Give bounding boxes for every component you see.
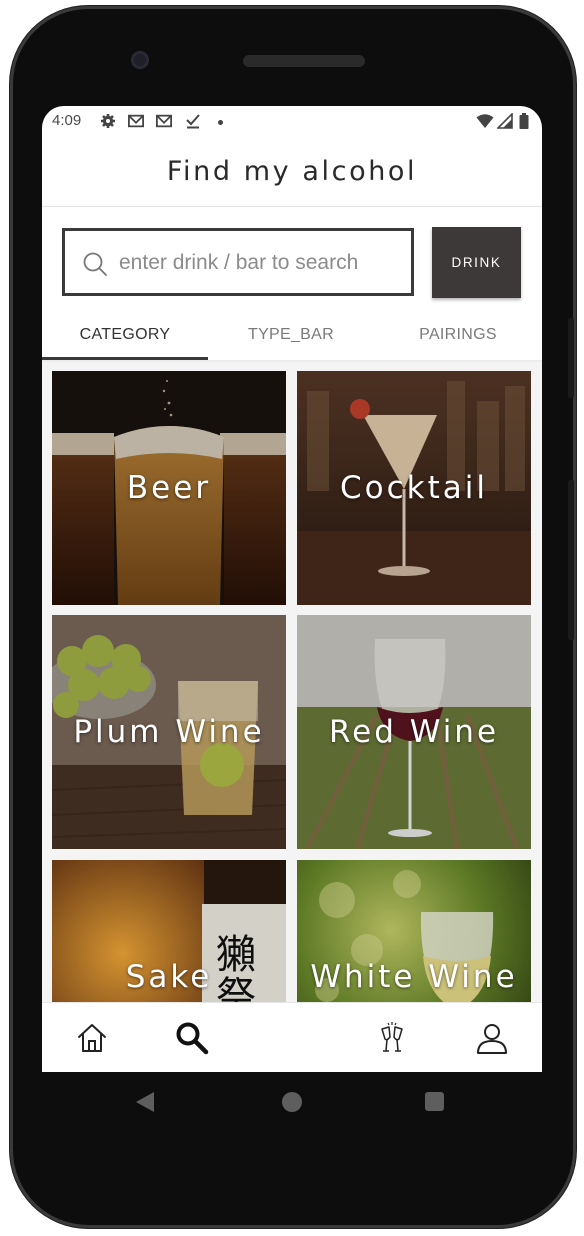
category-label: Cocktail	[340, 470, 488, 506]
search-icon	[83, 252, 107, 276]
cheers-icon	[381, 1022, 403, 1052]
nav-search[interactable]	[142, 1003, 242, 1072]
plus-icon	[277, 1023, 307, 1053]
settings-icon	[101, 114, 115, 128]
notification-dot	[218, 120, 223, 125]
category-grid: Beer Cocktail Plum Wine Red Wine Sake Wh…	[42, 362, 542, 1002]
category-tabs: CATEGORY TYPE_BAR PAIRINGS	[42, 312, 542, 362]
search-icon	[176, 1022, 209, 1055]
wifi-icon	[476, 114, 494, 128]
category-tile-sake[interactable]: 獺 祭 Sake	[52, 860, 286, 1002]
nav-home[interactable]	[42, 1003, 142, 1072]
category-label: Red Wine	[328, 714, 500, 750]
profile-icon	[477, 1024, 507, 1054]
app-screen: 4:09 Find my alcohol enter drink / bar t…	[42, 106, 542, 1072]
category-tile-white-wine[interactable]: White Wine	[297, 860, 531, 1002]
tab-category[interactable]: CATEGORY	[42, 312, 208, 358]
bottom-navigation	[42, 1002, 542, 1072]
category-label: White Wine	[310, 959, 518, 995]
search-input[interactable]	[117, 241, 411, 285]
category-label: Sake	[125, 959, 213, 995]
power-button	[568, 318, 574, 398]
volume-button	[568, 480, 574, 640]
battery-icon	[519, 113, 529, 129]
category-label: Beer	[126, 470, 212, 506]
nav-add[interactable]	[242, 1003, 342, 1072]
tab-type-bar[interactable]: TYPE_BAR	[208, 312, 374, 358]
system-home-button[interactable]	[282, 1092, 302, 1112]
category-tile-beer[interactable]: Beer	[52, 371, 286, 605]
system-recents-button[interactable]	[425, 1092, 444, 1111]
category-tile-cocktail[interactable]: Cocktail	[297, 371, 531, 605]
drink-search-button[interactable]: DRINK	[432, 227, 521, 298]
home-icon	[78, 1024, 106, 1052]
tab-pairings[interactable]: PAIRINGS	[374, 312, 542, 358]
earpiece-speaker	[243, 55, 365, 67]
front-camera	[131, 51, 149, 69]
nav-cheers[interactable]	[342, 1003, 442, 1072]
signal-icon	[497, 113, 513, 129]
nav-profile[interactable]	[442, 1003, 542, 1072]
tab-selected-indicator	[42, 357, 208, 360]
category-tile-red-wine[interactable]: Red Wine	[297, 615, 531, 849]
category-label: Plum Wine	[73, 714, 265, 750]
task-check-icon	[186, 114, 200, 129]
app-bar: Find my alcohol	[42, 136, 542, 207]
category-tile-plum-wine[interactable]: Plum Wine	[52, 615, 286, 849]
page-title: Find my alcohol	[166, 155, 418, 187]
status-time: 4:09	[52, 112, 82, 129]
status-bar: 4:09	[42, 106, 542, 136]
gmail-icon	[128, 114, 144, 128]
system-back-button[interactable]	[136, 1092, 154, 1112]
gmail-icon-2	[156, 114, 172, 128]
search-field[interactable]	[62, 228, 414, 296]
